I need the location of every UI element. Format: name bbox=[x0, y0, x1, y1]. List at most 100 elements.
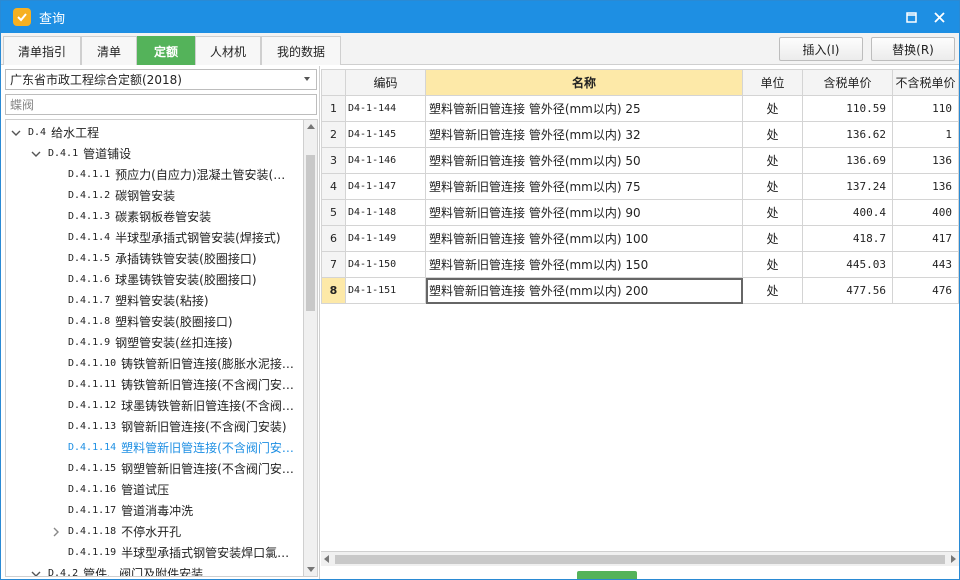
row-price-tax[interactable]: 445.03 bbox=[802, 251, 893, 278]
row-index[interactable]: 4 bbox=[321, 173, 346, 200]
panel-collapse-handle[interactable] bbox=[577, 571, 637, 579]
table-row[interactable]: 4 D4-1-147 塑料管新旧管连接 管外径(mm以内) 75 处 137.24 136 bbox=[321, 173, 959, 200]
chevron-down-icon[interactable] bbox=[10, 127, 22, 139]
row-price-tax[interactable]: 418.7 bbox=[802, 225, 893, 252]
header-code[interactable]: 编码 bbox=[345, 69, 426, 96]
tab-bill[interactable]: 清单 bbox=[81, 36, 137, 65]
search-input[interactable] bbox=[5, 94, 317, 115]
scroll-thumb[interactable] bbox=[306, 155, 315, 311]
scroll-down-icon[interactable] bbox=[307, 567, 315, 572]
chevron-down-icon[interactable] bbox=[30, 148, 42, 160]
row-index[interactable]: 2 bbox=[321, 121, 346, 148]
tree-scrollbar[interactable] bbox=[303, 119, 318, 577]
header-name[interactable]: 名称 bbox=[425, 69, 743, 96]
table-row[interactable]: 6 D4-1-149 塑料管新旧管连接 管外径(mm以内) 100 处 418.7 417 bbox=[321, 225, 959, 252]
row-index[interactable]: 6 bbox=[321, 225, 346, 252]
row-code[interactable]: D4-1-148 bbox=[345, 199, 426, 226]
tree-item[interactable]: D.4.1.10 铸铁管新旧管连接(膨胀水泥接… bbox=[6, 353, 303, 374]
row-price-tax[interactable]: 136.69 bbox=[802, 147, 893, 174]
row-price-tax[interactable]: 400.4 bbox=[802, 199, 893, 226]
row-unit[interactable]: 处 bbox=[742, 95, 803, 122]
row-index[interactable]: 1 bbox=[321, 95, 346, 122]
insert-button[interactable]: 插入(I) bbox=[779, 37, 863, 61]
row-index[interactable]: 7 bbox=[321, 251, 346, 278]
close-icon[interactable] bbox=[929, 7, 949, 27]
row-price-no-tax[interactable]: 417 bbox=[892, 225, 959, 252]
tree-item[interactable]: D.4.1.5 承插铸铁管安装(胶圈接口) bbox=[6, 248, 303, 269]
tab-my-data[interactable]: 我的数据 bbox=[261, 36, 341, 65]
tree-item[interactable]: D.4.2 管件、阀门及附件安装 bbox=[6, 563, 303, 576]
maximize-icon[interactable] bbox=[901, 7, 921, 27]
scroll-left-icon[interactable] bbox=[324, 555, 329, 563]
table-row[interactable]: 1 D4-1-144 塑料管新旧管连接 管外径(mm以内) 25 处 110.59 110 bbox=[321, 95, 959, 122]
table-row[interactable]: 5 D4-1-148 塑料管新旧管连接 管外径(mm以内) 90 处 400.4 400 bbox=[321, 199, 959, 226]
row-unit[interactable]: 处 bbox=[742, 147, 803, 174]
tree-item[interactable]: D.4.1.13 钢管新旧管连接(不含阀门安装) bbox=[6, 416, 303, 437]
library-select[interactable]: 广东省市政工程综合定额(2018) bbox=[5, 69, 317, 90]
row-name[interactable]: 塑料管新旧管连接 管外径(mm以内) 100 bbox=[425, 225, 743, 252]
tab-bill-guide[interactable]: 清单指引 bbox=[3, 36, 81, 65]
row-code[interactable]: D4-1-147 bbox=[345, 173, 426, 200]
row-name[interactable]: 塑料管新旧管连接 管外径(mm以内) 32 bbox=[425, 121, 743, 148]
row-unit[interactable]: 处 bbox=[742, 173, 803, 200]
row-name[interactable]: 塑料管新旧管连接 管外径(mm以内) 90 bbox=[425, 199, 743, 226]
scroll-up-icon[interactable] bbox=[307, 124, 315, 129]
replace-button[interactable]: 替换(R) bbox=[871, 37, 955, 61]
hscroll-thumb[interactable] bbox=[335, 555, 945, 564]
table-row[interactable]: 7 D4-1-150 塑料管新旧管连接 管外径(mm以内) 150 处 445.03 44… bbox=[321, 251, 959, 278]
header-price-tax[interactable]: 含税单价 bbox=[802, 69, 893, 96]
tree-item[interactable]: D.4.1.11 铸铁管新旧管连接(不含阀门安… bbox=[6, 374, 303, 395]
row-code[interactable]: D4-1-144 bbox=[345, 95, 426, 122]
table-row[interactable]: 8 D4-1-151 塑料管新旧管连接 管外径(mm以内) 200 处 477.56 47… bbox=[321, 277, 959, 304]
tree-item[interactable]: D.4.1.18 不停水开孔 bbox=[6, 521, 303, 542]
tab-labor-material[interactable]: 人材机 bbox=[195, 36, 261, 65]
row-price-no-tax[interactable]: 443 bbox=[892, 251, 959, 278]
row-unit[interactable]: 处 bbox=[742, 277, 803, 304]
row-code[interactable]: D4-1-150 bbox=[345, 251, 426, 278]
row-price-tax[interactable]: 477.56 bbox=[802, 277, 893, 304]
row-price-tax[interactable]: 110.59 bbox=[802, 95, 893, 122]
row-name[interactable]: 塑料管新旧管连接 管外径(mm以内) 50 bbox=[425, 147, 743, 174]
scroll-right-icon[interactable] bbox=[951, 555, 956, 563]
row-name[interactable]: 塑料管新旧管连接 管外径(mm以内) 25 bbox=[425, 95, 743, 122]
tree-item[interactable]: D.4.1.2 碳钢管安装 bbox=[6, 185, 303, 206]
chevron-down-icon[interactable] bbox=[30, 568, 42, 576]
tab-quota[interactable]: 定额 bbox=[137, 36, 195, 65]
tree-item[interactable]: D.4.1.1 预应力(自应力)混凝土管安装(… bbox=[6, 164, 303, 185]
row-price-no-tax[interactable]: 136 bbox=[892, 147, 959, 174]
header-unit[interactable]: 单位 bbox=[742, 69, 803, 96]
row-code[interactable]: D4-1-151 bbox=[345, 277, 426, 304]
row-index[interactable]: 3 bbox=[321, 147, 346, 174]
tree-item[interactable]: D.4.1.12 球墨铸铁管新旧管连接(不含阀… bbox=[6, 395, 303, 416]
row-index[interactable]: 5 bbox=[321, 199, 346, 226]
row-price-tax[interactable]: 136.62 bbox=[802, 121, 893, 148]
tree-item[interactable]: D.4 给水工程 bbox=[6, 122, 303, 143]
tree-item[interactable]: D.4.1.6 球墨铸铁管安装(胶圈接口) bbox=[6, 269, 303, 290]
tree-item[interactable]: D.4.1 管道铺设 bbox=[6, 143, 303, 164]
tree-item[interactable]: D.4.1.4 半球型承插式钢管安装(焊接式) bbox=[6, 227, 303, 248]
header-price-no-tax[interactable]: 不含税单价 bbox=[892, 69, 959, 96]
row-index[interactable]: 8 bbox=[321, 277, 346, 304]
row-name[interactable]: 塑料管新旧管连接 管外径(mm以内) 150 bbox=[425, 251, 743, 278]
tree-item[interactable]: D.4.1.14 塑料管新旧管连接(不含阀门安… bbox=[6, 437, 303, 458]
table-row[interactable]: 2 D4-1-145 塑料管新旧管连接 管外径(mm以内) 32 处 136.62 1 bbox=[321, 121, 959, 148]
row-price-no-tax[interactable]: 1 bbox=[892, 121, 959, 148]
table-hscrollbar[interactable] bbox=[321, 551, 959, 566]
tree-item[interactable]: D.4.1.15 钢塑管新旧管连接(不含阀门安… bbox=[6, 458, 303, 479]
tree-item[interactable]: D.4.1.3 碳素钢板卷管安装 bbox=[6, 206, 303, 227]
tree-item[interactable]: D.4.1.17 管道消毒冲洗 bbox=[6, 500, 303, 521]
row-name[interactable]: 塑料管新旧管连接 管外径(mm以内) 75 bbox=[425, 173, 743, 200]
table-row[interactable]: 3 D4-1-146 塑料管新旧管连接 管外径(mm以内) 50 处 136.69 136 bbox=[321, 147, 959, 174]
row-unit[interactable]: 处 bbox=[742, 121, 803, 148]
tree-item[interactable]: D.4.1.16 管道试压 bbox=[6, 479, 303, 500]
row-code[interactable]: D4-1-146 bbox=[345, 147, 426, 174]
row-price-no-tax[interactable]: 110 bbox=[892, 95, 959, 122]
tree-item[interactable]: D.4.1.8 塑料管安装(胶圈接口) bbox=[6, 311, 303, 332]
row-price-no-tax[interactable]: 136 bbox=[892, 173, 959, 200]
row-price-tax[interactable]: 137.24 bbox=[802, 173, 893, 200]
tree-item[interactable]: D.4.1.19 半球型承插式钢管安装焊口氯… bbox=[6, 542, 303, 563]
row-price-no-tax[interactable]: 400 bbox=[892, 199, 959, 226]
chevron-right-icon[interactable] bbox=[50, 526, 62, 538]
row-unit[interactable]: 处 bbox=[742, 199, 803, 226]
row-price-no-tax[interactable]: 476 bbox=[892, 277, 959, 304]
